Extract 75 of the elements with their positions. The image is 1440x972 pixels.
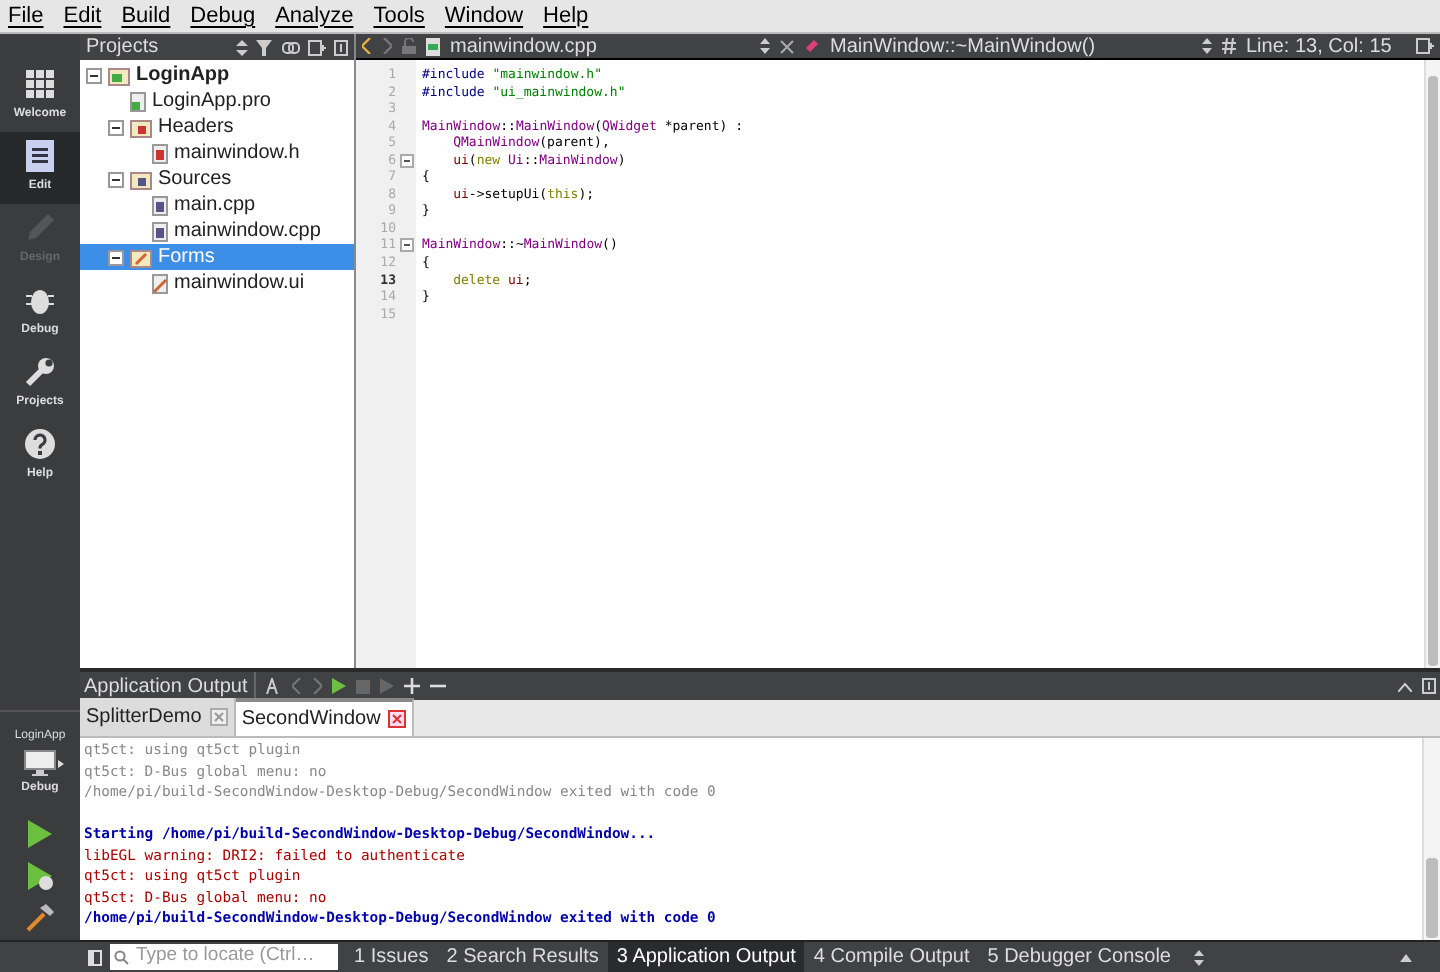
menu-item[interactable]: Debug: [190, 0, 256, 33]
function-icon: [804, 38, 820, 54]
output-pane-tab[interactable]: 4 Compile Output: [805, 942, 978, 972]
close-icon[interactable]: [388, 710, 407, 728]
file-icon: [152, 273, 168, 293]
output-tab[interactable]: SecondWindow: [235, 698, 415, 736]
debug-run-icon[interactable]: [27, 862, 53, 890]
collapse-icon[interactable]: [86, 67, 102, 83]
tree-item[interactable]: Headers: [80, 114, 354, 140]
output-pane-tab[interactable]: 1 Issues: [346, 942, 437, 972]
sort-icon[interactable]: [236, 39, 248, 55]
document-icon: [26, 140, 54, 172]
collapse-icon[interactable]: [108, 171, 124, 187]
link-icon[interactable]: [282, 41, 300, 53]
menu-item[interactable]: Window: [444, 0, 524, 33]
tree-item[interactable]: mainwindow.ui: [80, 270, 354, 296]
back-icon[interactable]: [362, 38, 372, 54]
folder-icon: [108, 65, 130, 85]
tree-item[interactable]: main.cpp: [80, 192, 354, 218]
output-pane-tab[interactable]: 2 Search Results: [438, 942, 607, 972]
tree-item[interactable]: LoginApp.pro: [80, 88, 354, 114]
hash-icon[interactable]: [1222, 38, 1236, 54]
file-icon: [426, 37, 440, 55]
menu-item[interactable]: File: [8, 0, 44, 33]
search-icon: [114, 949, 130, 965]
run-icon[interactable]: [331, 678, 346, 694]
dropdown-icon[interactable]: [1202, 38, 1212, 54]
hammer-icon[interactable]: [26, 904, 54, 932]
output-pane-tab[interactable]: 3 Application Output: [608, 942, 804, 972]
filter-icon[interactable]: [256, 39, 274, 55]
menu-item[interactable]: Help: [543, 0, 589, 33]
help-icon: [24, 428, 56, 460]
maximize-icon[interactable]: [1398, 681, 1412, 691]
scrollbar[interactable]: [1422, 738, 1440, 940]
wrench-icon: [24, 356, 56, 388]
output-tab[interactable]: SplitterDemo: [80, 698, 236, 736]
close-pane-icon[interactable]: [1422, 678, 1436, 694]
grid-icon: [24, 68, 56, 100]
tree-item[interactable]: LoginApp: [80, 62, 354, 88]
add-icon[interactable]: [403, 678, 420, 694]
expand-icon[interactable]: [1400, 953, 1412, 961]
symbol-selector[interactable]: MainWindow::~MainWindow(): [830, 34, 1192, 61]
menu-item[interactable]: Build: [121, 0, 171, 33]
tree-item[interactable]: mainwindow.cpp: [80, 218, 354, 244]
file-name[interactable]: mainwindow.cpp: [450, 34, 750, 61]
cursor-position[interactable]: Line: 13, Col: 15: [1246, 34, 1406, 61]
file-icon: [152, 143, 168, 163]
collapse-icon[interactable]: [108, 119, 124, 135]
close-pane-icon[interactable]: [334, 39, 348, 55]
folder-icon: [130, 247, 152, 267]
file-icon: [130, 91, 146, 111]
run-icon[interactable]: [28, 820, 52, 848]
scrollbar[interactable]: [1424, 60, 1440, 668]
fold-icon[interactable]: [400, 238, 414, 253]
pane-title: Projects: [86, 34, 161, 62]
tree-item[interactable]: Sources: [80, 166, 354, 192]
menu-item[interactable]: Analyze: [275, 0, 354, 33]
dropdown-icon[interactable]: [760, 38, 770, 54]
folder-icon: [130, 169, 152, 189]
output-pane-tab[interactable]: 5 Debugger Console: [979, 942, 1179, 972]
font-size-icon[interactable]: [265, 678, 282, 694]
dropdown-icon[interactable]: [1194, 949, 1205, 965]
sidebar-toggle-icon[interactable]: [88, 949, 102, 965]
collapse-icon[interactable]: [108, 249, 124, 265]
close-file-icon[interactable]: [780, 39, 794, 53]
split-icon[interactable]: [308, 39, 326, 55]
pencil-icon: [24, 212, 56, 244]
fold-icon[interactable]: [400, 153, 414, 167]
tree-item[interactable]: mainwindow.h: [80, 140, 354, 166]
split-icon[interactable]: [1416, 38, 1434, 54]
menu-item[interactable]: Tools: [373, 0, 425, 33]
folder-icon: [130, 117, 152, 137]
bug-icon: [26, 284, 54, 316]
menu-item[interactable]: Edit: [63, 0, 102, 33]
locator-field[interactable]: Type to locate (Ctrl…: [110, 944, 338, 970]
